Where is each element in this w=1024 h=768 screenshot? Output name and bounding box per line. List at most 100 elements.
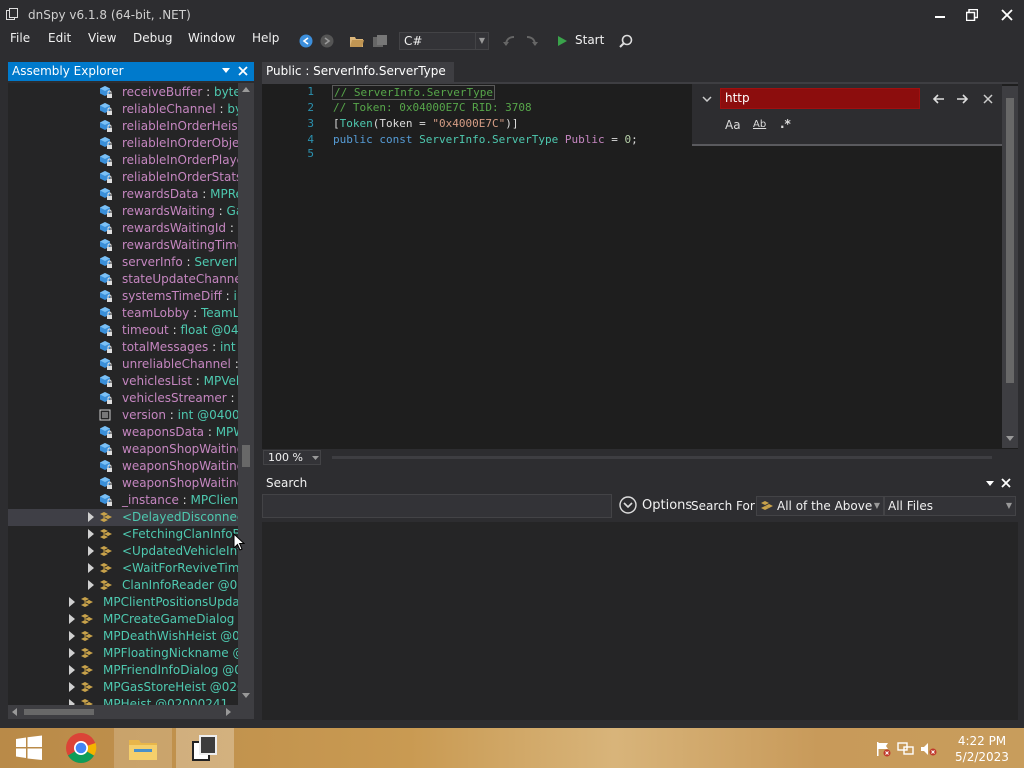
- class-icon: [80, 646, 94, 660]
- class-icon: [761, 501, 773, 510]
- expand-arrow-icon[interactable]: [69, 682, 75, 692]
- forward-icon[interactable]: [318, 32, 336, 50]
- dropdown-arrow-icon[interactable]: [222, 68, 230, 74]
- redo-icon[interactable]: [523, 32, 541, 50]
- class-icon: [80, 663, 94, 677]
- chevron-down-icon[interactable]: [702, 96, 712, 102]
- field-type: int @0: [219, 340, 238, 354]
- expand-arrow-icon[interactable]: [69, 665, 75, 675]
- field-type: ServerInfo: [194, 255, 238, 269]
- start-button[interactable]: Start: [575, 33, 604, 47]
- tree-vertical-scrollbar[interactable]: [238, 83, 254, 705]
- field-separator: :: [215, 102, 228, 116]
- class-icon: [80, 680, 94, 694]
- language-combo[interactable]: C# ▼: [399, 32, 489, 50]
- line-number: 5: [307, 147, 314, 160]
- field-type: Gam: [226, 204, 238, 218]
- menu-view[interactable]: View: [88, 31, 116, 45]
- field-separator: :: [189, 306, 201, 320]
- field-icon: [99, 221, 113, 235]
- next-match-icon[interactable]: [957, 94, 969, 104]
- options-expand-icon[interactable]: [619, 496, 637, 514]
- window-title: dnSpy v6.1.8 (64-bit, .NET): [28, 8, 191, 22]
- start-icon[interactable]: [553, 32, 571, 50]
- restore-button[interactable]: [955, 0, 989, 30]
- field-name: weaponShopWaiting: [122, 442, 238, 456]
- back-icon[interactable]: [297, 32, 315, 50]
- expand-arrow-icon[interactable]: [88, 546, 94, 556]
- search-pane-title: Search: [266, 476, 308, 490]
- search-scope-combo[interactable]: All Files ▼: [884, 496, 1016, 516]
- field-separator: :: [182, 255, 195, 269]
- code-line-3: [Token(Token = "0x4000E7C")]: [333, 117, 519, 130]
- find-input[interactable]: http: [720, 88, 920, 109]
- close-button[interactable]: [990, 0, 1024, 30]
- expand-arrow-icon[interactable]: [88, 563, 94, 573]
- clock[interactable]: 4:22 PM 5/2/2023: [952, 733, 1012, 765]
- dropdown-arrow-icon[interactable]: [986, 481, 994, 487]
- regex-icon[interactable]: .*: [780, 117, 791, 131]
- expand-arrow-icon[interactable]: [88, 580, 94, 590]
- search-input[interactable]: [262, 494, 612, 518]
- field-icon: [99, 306, 113, 320]
- class-icon: [99, 510, 113, 524]
- tree-hscroll-thumb[interactable]: [24, 709, 94, 715]
- chrome-icon[interactable]: [52, 728, 110, 768]
- dnspy-icon[interactable]: [176, 728, 234, 768]
- menu-help[interactable]: Help: [252, 31, 279, 45]
- tree-scroll-thumb[interactable]: [242, 445, 250, 467]
- zoom-combo[interactable]: 100 %: [263, 450, 321, 465]
- options-label[interactable]: Options: [642, 498, 692, 513]
- volume-muted-icon[interactable]: [920, 741, 938, 757]
- class-name: ClanInfoReader @0200: [122, 578, 238, 592]
- menu-edit[interactable]: Edit: [48, 31, 71, 45]
- network-icon[interactable]: [897, 741, 915, 757]
- previous-match-icon[interactable]: [932, 94, 944, 104]
- expand-arrow-icon[interactable]: [69, 648, 75, 658]
- expand-arrow-icon[interactable]: [69, 597, 75, 607]
- expand-arrow-icon[interactable]: [69, 614, 75, 624]
- menu-debug[interactable]: Debug: [133, 31, 172, 45]
- search-icon[interactable]: [617, 32, 635, 50]
- line-number: 1: [307, 85, 314, 98]
- match-case-icon[interactable]: Aa: [725, 118, 741, 132]
- minimize-button[interactable]: [923, 0, 957, 30]
- close-icon[interactable]: [983, 94, 993, 104]
- language-value: C#: [404, 34, 423, 48]
- close-icon[interactable]: [1001, 478, 1011, 488]
- chevron-down-icon: ▼: [1005, 501, 1013, 510]
- close-icon[interactable]: [238, 66, 248, 76]
- menu-window[interactable]: Window: [188, 31, 235, 45]
- field-name: totalMessages: [122, 340, 209, 354]
- search-for-combo[interactable]: All of the Above ▼: [756, 496, 884, 516]
- editor-scroll-thumb[interactable]: [1006, 98, 1014, 383]
- field-separator: :: [165, 408, 178, 422]
- field-type: MPWe: [215, 425, 238, 439]
- expand-arrow-icon[interactable]: [69, 631, 75, 641]
- tab-servertype[interactable]: Public : ServerInfo.ServerType: [262, 62, 454, 82]
- windows-start-icon[interactable]: [0, 728, 58, 768]
- class-name: <FetchingClanInfoBe: [122, 527, 238, 541]
- field-icon: [99, 323, 113, 337]
- class-name: <WaitForReviveTimer: [122, 561, 238, 575]
- field-name: reliableInOrderPlayers: [122, 153, 238, 167]
- class-name: MPGasStoreHeist @02000: [103, 680, 238, 694]
- field-name: _instance: [122, 493, 179, 507]
- field-name: rewardsWaitingId: [122, 221, 227, 235]
- flag-icon[interactable]: [875, 741, 891, 757]
- editor-horizontal-scrollbar[interactable]: [332, 456, 992, 459]
- undo-icon[interactable]: [500, 32, 518, 50]
- file-explorer-icon[interactable]: [114, 728, 172, 768]
- expand-arrow-icon[interactable]: [88, 529, 94, 539]
- menu-file[interactable]: File: [10, 31, 30, 45]
- save-icon[interactable]: [371, 32, 389, 50]
- class-icon: [80, 629, 94, 643]
- field-icon: [99, 204, 113, 218]
- chevron-down-icon: ▼: [873, 501, 881, 510]
- field-name: reliableInOrderStats: [122, 170, 238, 184]
- whole-word-icon[interactable]: Ab: [753, 119, 766, 130]
- open-icon[interactable]: [348, 32, 366, 50]
- expand-arrow-icon[interactable]: [88, 512, 94, 522]
- search-results-list[interactable]: [262, 522, 1018, 720]
- field-type: byte[] @: [213, 85, 238, 99]
